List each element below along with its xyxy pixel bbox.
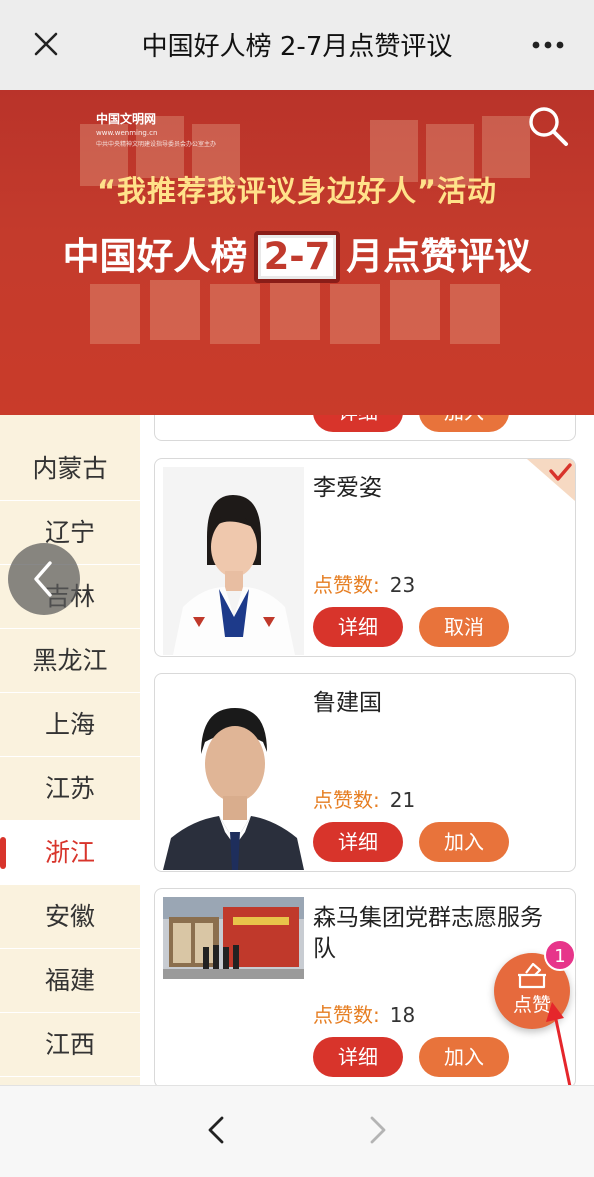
sidebar-item-anhui[interactable]: 安徽 <box>0 885 140 949</box>
candidate-card: 详细 加入 <box>154 415 576 441</box>
candidate-photo[interactable] <box>163 682 304 870</box>
banner-slogan: “我推荐我评议身边好人”活动 <box>96 174 498 208</box>
headline-month-box: 2-7 <box>253 231 341 283</box>
likes-label: 点赞数: <box>313 1003 380 1027</box>
brand-name: 中国文明网 <box>96 112 157 126</box>
likes-label: 点赞数: <box>313 788 380 812</box>
sidebar-item-zhejiang[interactable]: 浙江 <box>0 821 140 885</box>
search-icon[interactable] <box>526 104 570 148</box>
brand-sub: 中共中央精神文明建设指导委员会办公室主办 <box>96 141 217 148</box>
back-button[interactable] <box>8 543 80 615</box>
sidebar-item-neimenggu[interactable]: 内蒙古 <box>0 437 140 501</box>
join-button[interactable]: 加入 <box>419 415 509 432</box>
candidate-card: 鲁建国 点赞数: 21 详细 加入 <box>154 673 576 872</box>
headline-post: 月点赞评议 <box>346 235 532 278</box>
sidebar-item-fujian[interactable]: 福建 <box>0 949 140 1013</box>
sidebar-top-spacer <box>0 415 140 437</box>
likes-number: 18 <box>389 1003 416 1027</box>
vote-box-icon <box>518 962 546 989</box>
join-button[interactable]: 加入 <box>419 822 509 862</box>
sidebar-item-jiangsu[interactable]: 江苏 <box>0 757 140 821</box>
detail-button[interactable]: 详细 <box>313 822 403 862</box>
candidate-card: 李爱姿 点赞数: 23 详细 取消 <box>154 458 576 657</box>
likes-count: 点赞数: 21 <box>313 784 415 813</box>
browser-toolbar <box>0 1085 594 1177</box>
banner-headline: 中国好人榜 2-7 月点赞评议 <box>0 226 594 283</box>
selected-check-icon <box>527 459 575 501</box>
page-title: 中国好人榜 2-7月点赞评议 <box>141 32 453 62</box>
detail-button[interactable]: 详细 <box>313 415 403 432</box>
brand-url: www.wenming.cn <box>96 129 158 137</box>
cancel-button[interactable]: 取消 <box>419 607 509 647</box>
chevron-left-icon[interactable] <box>200 1110 234 1150</box>
sidebar-item-shanghai[interactable]: 上海 <box>0 693 140 757</box>
likes-label: 点赞数: <box>313 573 380 597</box>
chevron-left-icon <box>34 561 52 597</box>
likes-count: 点赞数: 23 <box>313 569 415 598</box>
nav-bar: 中国好人榜 2-7月点赞评议 <box>0 0 594 90</box>
candidate-photo[interactable] <box>163 897 304 979</box>
likes-count: 点赞数: 18 <box>313 999 415 1028</box>
banner: 中国文明网 www.wenming.cn 中共中央精神文明建设指导委员会办公室主… <box>0 90 594 415</box>
brand-logo: 中国文明网 www.wenming.cn 中共中央精神文明建设指导委员会办公室主… <box>96 110 216 148</box>
sidebar-item-jiangxi[interactable]: 江西 <box>0 1013 140 1077</box>
chevron-right-icon[interactable] <box>360 1110 394 1150</box>
candidate-photo[interactable] <box>163 467 304 655</box>
close-icon[interactable] <box>30 28 62 60</box>
likes-number: 21 <box>389 788 416 812</box>
more-icon[interactable] <box>530 30 566 60</box>
join-button[interactable]: 加入 <box>419 1037 509 1077</box>
province-sidebar: 内蒙古 辽宁 吉林 黑龙江 上海 江苏 浙江 安徽 福建 江西 <box>0 415 140 1085</box>
detail-button[interactable]: 详细 <box>313 607 403 647</box>
likes-number: 23 <box>389 573 416 597</box>
candidate-name: 鲁建国 <box>313 690 382 716</box>
headline-pre: 中国好人榜 <box>62 235 248 278</box>
detail-button[interactable]: 详细 <box>313 1037 403 1077</box>
sidebar-item-heilongjiang[interactable]: 黑龙江 <box>0 629 140 693</box>
like-count-badge: 1 <box>544 939 576 971</box>
